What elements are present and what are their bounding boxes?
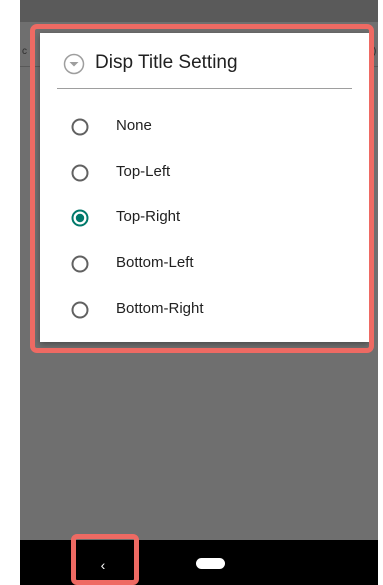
back-button-highlight-box <box>71 534 139 585</box>
home-pill-icon[interactable] <box>196 558 225 569</box>
right-margin <box>378 0 383 585</box>
background-text-fragment: c <box>22 46 27 57</box>
status-bar <box>20 0 378 22</box>
dialog-highlight-box <box>30 24 374 353</box>
left-margin <box>0 0 20 585</box>
device-screen: c ) Disp Title Setting None Top-Left Top… <box>0 0 383 585</box>
